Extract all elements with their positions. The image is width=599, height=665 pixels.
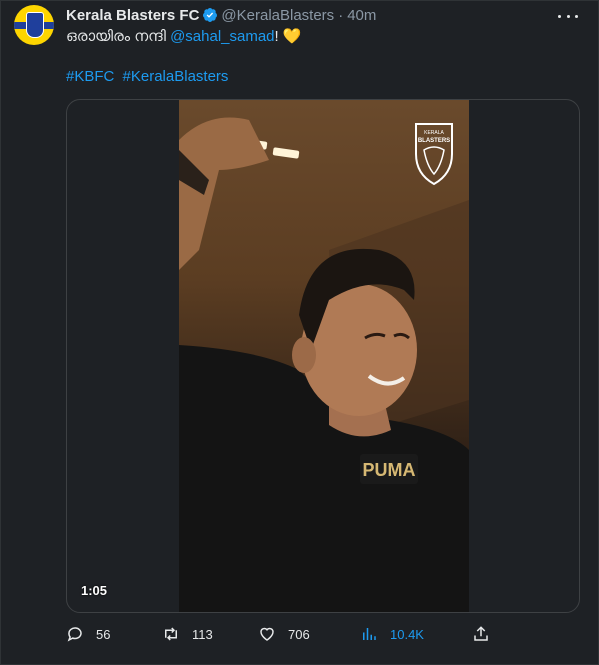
retweet-icon	[165, 627, 177, 641]
views-button[interactable]: 10.4K	[360, 625, 424, 643]
avatar[interactable]	[14, 5, 54, 45]
tweet-text-prefix: ഒരായിരം നന്ദി	[66, 28, 171, 45]
views-icon	[363, 628, 376, 640]
hashtag-row: #KBFC #KeralaBlasters	[66, 68, 228, 85]
retweet-count: 113	[192, 626, 213, 642]
share-icon	[474, 626, 488, 641]
tweet-text-suffix: !	[274, 28, 283, 45]
author-handle[interactable]: @KeralaBlasters	[221, 7, 334, 24]
share-button[interactable]	[472, 625, 502, 643]
like-button[interactable]: 706	[258, 625, 310, 643]
yellow-heart-emoji: 💛	[282, 28, 302, 45]
views-count: 10.4K	[390, 626, 424, 642]
avatar-crest	[26, 12, 44, 38]
verified-badge-icon	[203, 8, 218, 22]
like-icon	[260, 627, 274, 641]
action-bar: 56 113 706 10.4K	[66, 625, 496, 645]
like-count: 706	[288, 626, 310, 642]
reply-icon	[67, 627, 82, 642]
video-player[interactable]: PUMA KERALA BLASTERS	[179, 100, 469, 612]
video-media-container[interactable]: PUMA KERALA BLASTERS 1:05	[66, 99, 580, 613]
more-options-icon[interactable]	[558, 7, 578, 25]
tweet-header: Kerala Blasters FC @KeralaBlasters · 40m	[66, 5, 376, 25]
video-duration: 1:05	[81, 583, 108, 598]
tweet-card[interactable]: Kerala Blasters FC @KeralaBlasters · 40m…	[0, 0, 599, 665]
retweet-button[interactable]: 113	[162, 625, 213, 643]
video-frame: PUMA KERALA BLASTERS	[179, 117, 469, 612]
tweet-text: ഒരായിരം നന്ദി @sahal_samad! 💛	[66, 27, 302, 45]
crest-text-bottom: BLASTERS	[418, 138, 450, 144]
hashtag-keralablasters[interactable]: #KeralaBlasters	[123, 68, 229, 85]
mention-link[interactable]: @sahal_samad	[170, 28, 274, 45]
reply-count: 56	[96, 626, 111, 642]
reply-button[interactable]: 56	[66, 625, 110, 643]
separator-dot: ·	[338, 6, 344, 24]
shirt-logo-text: PUMA	[363, 460, 416, 480]
author-name[interactable]: Kerala Blasters FC	[66, 7, 199, 24]
crest-text-top: KERALA	[424, 130, 444, 136]
tweet-timestamp[interactable]: 40m	[347, 7, 376, 24]
hashtag-kbfc[interactable]: #KBFC	[66, 68, 114, 85]
